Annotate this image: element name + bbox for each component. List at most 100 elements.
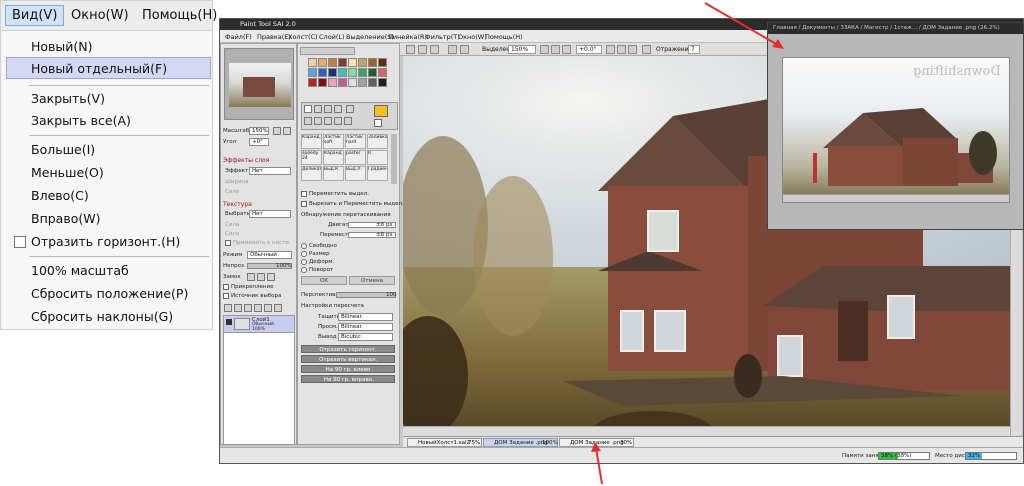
app-menu-ruler[interactable]: Линейка(R) bbox=[388, 33, 427, 41]
menu-item-close[interactable]: Закрыть(V) bbox=[31, 91, 105, 106]
app-menu-filter[interactable]: Фильтр(T) bbox=[425, 33, 460, 41]
drag-resample-select[interactable]: Bilinear bbox=[338, 313, 393, 321]
app-menu-edit[interactable]: Правка(E) bbox=[257, 33, 291, 41]
deform-radio[interactable] bbox=[301, 259, 307, 265]
invert-selection-icon[interactable] bbox=[460, 45, 469, 54]
brush-slot[interactable]: Ластик hard bbox=[345, 134, 366, 149]
zoom-reset-icon[interactable] bbox=[562, 45, 571, 54]
lock-icon[interactable] bbox=[247, 273, 255, 281]
brush-slot[interactable]: pastel bbox=[345, 150, 366, 165]
color-swatch[interactable] bbox=[348, 78, 357, 87]
canvas-horizontal-scrollbar[interactable] bbox=[403, 426, 1010, 436]
app-menu-window[interactable]: Окно(W) bbox=[458, 33, 487, 41]
layer-effects-header[interactable]: Эффекты слоя bbox=[223, 157, 269, 164]
rotate-right-icon[interactable] bbox=[617, 45, 626, 54]
color-swatch[interactable] bbox=[358, 58, 367, 67]
blend-mode-select[interactable]: Обычный bbox=[247, 251, 292, 259]
menu-item-reset-position[interactable]: Сбросить положение(P) bbox=[31, 286, 188, 301]
undo-icon[interactable] bbox=[406, 45, 415, 54]
rotate-tool-icon[interactable] bbox=[324, 117, 332, 125]
scale-value[interactable]: 150% bbox=[249, 127, 269, 135]
new-layer-icon[interactable] bbox=[224, 304, 232, 312]
menu-item-new[interactable]: Новый(N) bbox=[31, 39, 93, 54]
color-swatch[interactable] bbox=[338, 78, 347, 87]
separate-window-canvas[interactable]: Downshifting bbox=[782, 57, 1010, 203]
lock-paint-icon[interactable] bbox=[257, 273, 265, 281]
color-swatch[interactable] bbox=[378, 78, 387, 87]
menu-item-zoom-out[interactable]: Меньше(O) bbox=[31, 165, 104, 180]
color-mode-buttons[interactable] bbox=[300, 47, 355, 55]
deselect-icon[interactable] bbox=[430, 45, 439, 54]
brush-tool-icon[interactable] bbox=[344, 117, 352, 125]
color-swatch[interactable] bbox=[368, 58, 377, 67]
color-swatch[interactable] bbox=[358, 68, 367, 77]
rotate-reset-icon[interactable] bbox=[628, 45, 637, 54]
menu-item-rotate-left[interactable]: Влево(C) bbox=[31, 188, 89, 203]
magic-wand-icon[interactable] bbox=[324, 105, 332, 113]
color-swatch[interactable] bbox=[308, 58, 317, 67]
menu-item-rotate-right[interactable]: Вправо(W) bbox=[31, 211, 100, 226]
brush-slot[interactable]: Деликатн. bbox=[301, 166, 322, 181]
menu-item-close-all[interactable]: Закрыть все(A) bbox=[31, 113, 131, 128]
brush-slot[interactable]: Выд.К. bbox=[323, 166, 344, 181]
new-folder-icon[interactable] bbox=[234, 304, 242, 312]
layer-row[interactable]: Слой1 Обычный 100% bbox=[224, 316, 294, 333]
color-swatch[interactable] bbox=[318, 68, 327, 77]
select-icon[interactable] bbox=[448, 45, 457, 54]
effect-select[interactable]: Нет bbox=[249, 167, 291, 175]
selection-source-checkbox[interactable] bbox=[223, 293, 229, 299]
view-resample-select[interactable]: Bilinear bbox=[338, 323, 393, 331]
app-menu-canvas[interactable]: Холст(C) bbox=[288, 33, 318, 41]
color-swatch[interactable] bbox=[378, 58, 387, 67]
menu-item-new-separate[interactable]: Новый отдельный(F) bbox=[31, 61, 167, 76]
color-swatch[interactable] bbox=[328, 58, 337, 67]
rotate-radio[interactable] bbox=[301, 267, 307, 273]
rotate-left-icon[interactable] bbox=[606, 45, 615, 54]
brush-slot[interactable]: speedy 24 bbox=[301, 150, 322, 165]
brush-scrollbar[interactable] bbox=[391, 134, 397, 184]
pin-checkbox[interactable] bbox=[223, 284, 229, 290]
rotate-right-90-button[interactable]: На 90 гр. вправо bbox=[301, 375, 395, 383]
color-swatch[interactable] bbox=[328, 68, 337, 77]
app-menu-layer[interactable]: Слой(L) bbox=[319, 33, 345, 41]
clear-layer-icon[interactable] bbox=[264, 304, 272, 312]
reflect-field[interactable]: 7 bbox=[688, 45, 700, 54]
copy-layer-icon[interactable] bbox=[244, 304, 252, 312]
ok-button[interactable]: ОК bbox=[301, 276, 347, 285]
flip-horizontal-button[interactable]: Отразить горизонт. bbox=[301, 345, 395, 353]
size-radio[interactable] bbox=[301, 251, 307, 257]
selection-tool-icon[interactable] bbox=[304, 105, 312, 113]
color-swatch[interactable] bbox=[348, 68, 357, 77]
zoom-in-icon[interactable] bbox=[551, 45, 560, 54]
scale-up-icon[interactable] bbox=[283, 127, 291, 135]
primary-color[interactable] bbox=[374, 105, 388, 117]
color-swatch[interactable] bbox=[308, 68, 317, 77]
menu-window[interactable]: Окно(W) bbox=[71, 8, 129, 23]
angle-field[interactable]: +0.0° bbox=[576, 45, 602, 54]
free-radio[interactable] bbox=[301, 243, 307, 249]
menu-item-100-percent[interactable]: 100% масштаб bbox=[31, 263, 129, 278]
zoom-tool-icon[interactable] bbox=[314, 117, 322, 125]
menu-help[interactable]: Помощь(H) bbox=[142, 8, 217, 23]
eyedropper-icon[interactable] bbox=[334, 105, 342, 113]
brush-slot[interactable]: Каранд. bbox=[323, 150, 344, 165]
app-menu-selection[interactable]: Выделение(S) bbox=[346, 33, 394, 41]
brush-slot[interactable]: Выд.Л. bbox=[345, 166, 366, 181]
texture-header[interactable]: Текстура bbox=[223, 201, 252, 208]
color-swatch[interactable] bbox=[318, 58, 327, 67]
color-swatch[interactable] bbox=[338, 68, 347, 77]
menu-item-zoom-in[interactable]: Больше(I) bbox=[31, 142, 95, 157]
move-tool-icon[interactable] bbox=[304, 117, 312, 125]
zoom-out-icon[interactable] bbox=[540, 45, 549, 54]
flip-horizontal-checkbox[interactable] bbox=[14, 236, 26, 248]
color-swatch[interactable] bbox=[358, 78, 367, 87]
color-swatch[interactable] bbox=[328, 78, 337, 87]
menu-item-flip-horizontal[interactable]: Отразить горизонт.(H) bbox=[31, 234, 180, 249]
brush-slot[interactable]: Каранд. bbox=[301, 134, 322, 149]
color-swatch[interactable] bbox=[368, 78, 377, 87]
angle-value[interactable]: +0° bbox=[249, 138, 269, 146]
output-resample-select[interactable]: Bicubic bbox=[338, 333, 393, 341]
move-selection-checkbox[interactable] bbox=[301, 191, 307, 197]
color-swatch[interactable] bbox=[308, 78, 317, 87]
scale-down-icon[interactable] bbox=[273, 127, 281, 135]
